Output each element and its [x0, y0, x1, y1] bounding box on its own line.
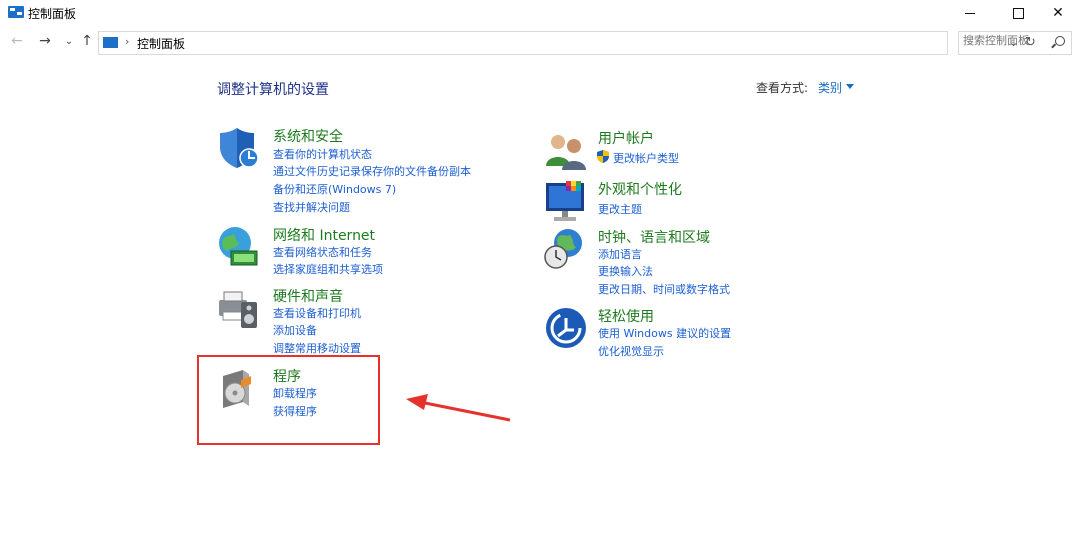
search-input[interactable]: [963, 34, 1043, 47]
close-button[interactable]: ✕: [1036, 0, 1080, 26]
recent-locations-dropdown[interactable]: ⌄: [60, 36, 78, 47]
category-link[interactable]: 调整常用移动设置: [273, 340, 361, 356]
window-title: 控制面板: [28, 7, 77, 21]
category-title[interactable]: 用户帐户: [598, 128, 654, 148]
category-title[interactable]: 时钟、语言和区域: [598, 227, 710, 247]
category-title[interactable]: 外观和个性化: [598, 179, 682, 199]
monitor-palette-icon: [546, 181, 584, 221]
category-title[interactable]: 轻松使用: [598, 306, 654, 326]
control-panel-icon: [103, 37, 118, 48]
caret-down-icon[interactable]: [846, 84, 854, 89]
arrow-annotation-icon: [406, 394, 511, 422]
category-link[interactable]: 查看你的计算机状态: [273, 146, 372, 162]
address-bar: ← → ⌄ ↑ › 控制面板 ⌄ ↻: [0, 30, 1080, 56]
category-link[interactable]: 使用 Windows 建议的设置: [598, 325, 731, 341]
page-title: 调整计算机的设置: [217, 82, 329, 98]
back-button[interactable]: ←: [8, 33, 26, 49]
address-field[interactable]: › 控制面板 ⌄ ↻: [98, 31, 1036, 55]
category-title[interactable]: 系统和安全: [273, 126, 343, 146]
uac-shield-icon: [597, 150, 609, 163]
category-title[interactable]: 硬件和声音: [273, 286, 343, 306]
search-box[interactable]: [958, 31, 1072, 55]
category-link[interactable]: 查看设备和打印机: [273, 305, 361, 321]
control-panel-icon: [8, 6, 24, 18]
category-link[interactable]: 查找并解决问题: [273, 199, 350, 215]
view-by-dropdown[interactable]: 类别: [818, 79, 842, 96]
category-link[interactable]: 优化视觉显示: [598, 343, 664, 359]
minimize-button[interactable]: [948, 0, 992, 26]
up-button[interactable]: ↑: [78, 33, 96, 49]
category-link[interactable]: 更换输入法: [598, 263, 653, 279]
category-link[interactable]: 查看网络状态和任务: [273, 244, 372, 260]
category-link[interactable]: 选择家庭组和共享选项: [273, 261, 383, 277]
accessibility-icon: [546, 308, 586, 348]
category-link[interactable]: 通过文件历史记录保存你的文件备份副本: [273, 163, 471, 179]
maximize-button[interactable]: [996, 0, 1040, 26]
category-link[interactable]: 更改主题: [598, 201, 642, 217]
view-by-label: 查看方式:: [756, 81, 809, 95]
minimize-icon: [965, 12, 975, 14]
category-title[interactable]: 网络和 Internet: [273, 225, 375, 245]
category-link[interactable]: 添加设备: [273, 322, 317, 338]
highlight-box: [197, 355, 380, 445]
search-icon[interactable]: [1055, 36, 1065, 46]
close-icon: ✕: [1052, 5, 1064, 21]
globe-network-icon: [219, 227, 258, 266]
category-link[interactable]: 添加语言: [598, 246, 642, 262]
globe-clock-icon: [544, 229, 582, 269]
breadcrumb-control-panel[interactable]: 控制面板: [137, 35, 185, 52]
category-link[interactable]: 更改帐户类型: [613, 150, 679, 166]
shield-icon: [220, 128, 259, 168]
users-icon: [546, 135, 586, 170]
title-bar: 控制面板 ✕: [0, 0, 1080, 26]
category-link[interactable]: 备份和还原(Windows 7): [273, 181, 396, 197]
chevron-right-icon[interactable]: ›: [125, 35, 129, 48]
printer-speaker-icon: [219, 291, 257, 328]
category-link[interactable]: 更改日期、时间或数字格式: [598, 281, 730, 297]
forward-button[interactable]: →: [36, 33, 54, 49]
maximize-icon: [1012, 7, 1024, 19]
